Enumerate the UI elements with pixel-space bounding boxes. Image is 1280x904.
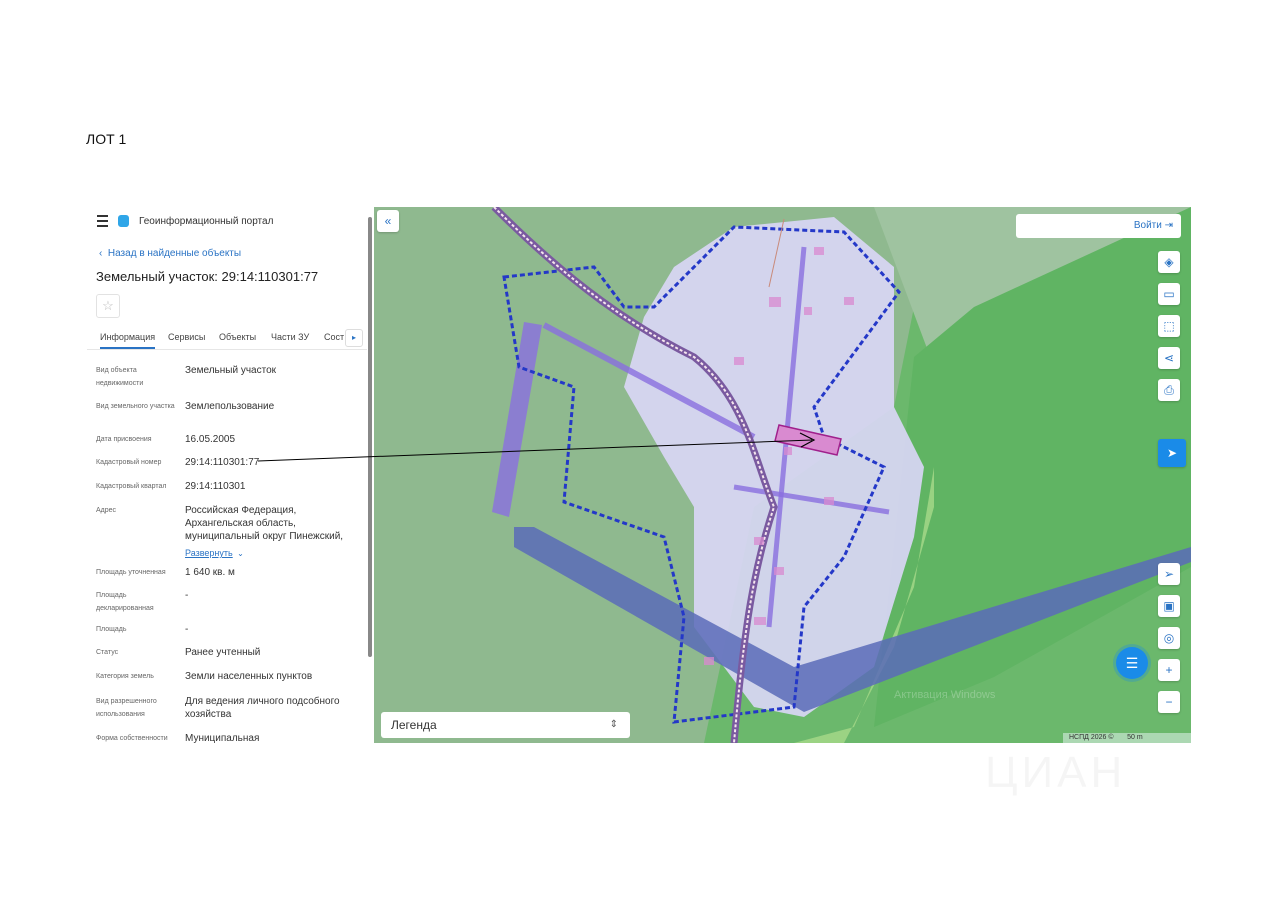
panel-header: Геоинформационный портал <box>97 215 273 227</box>
field-row: Категория земель Земли населенных пунктов <box>96 670 356 683</box>
field-label: Площадь декларированная <box>96 592 154 612</box>
login-button[interactable]: Войти ⇥ <box>1016 214 1181 238</box>
legend-label: Легенда <box>391 718 437 732</box>
field-value: Муниципальная <box>185 733 260 743</box>
tabs-next-icon[interactable]: ▸ <box>345 329 363 347</box>
field-value: Земельный участок <box>185 365 277 376</box>
tabs: Информация Сервисы Объекты Части ЗУ Сост… <box>87 329 367 350</box>
panel-scrollbar[interactable] <box>368 217 372 657</box>
ruler-icon[interactable]: ▭ <box>1158 283 1180 305</box>
tab-parts[interactable]: Части ЗУ <box>271 332 309 342</box>
chat-icon[interactable]: ☰ <box>1116 647 1148 679</box>
field-label: Адрес <box>96 507 117 514</box>
field-label: Площадь уточненная <box>96 569 166 576</box>
field-value: Для ведения личного подсобного хозяйства <box>185 696 340 720</box>
object-title: Земельный участок: 29:14:110301:77 <box>96 269 319 284</box>
field-value: 29:14:110301:77 <box>185 457 260 468</box>
attribution: НСПД 2026 © <box>1069 734 1114 741</box>
field-row: Форма собственности Муниципальная <box>96 732 356 743</box>
field-row: Кадастровый номер 29:14:110301:77 <box>96 456 356 469</box>
tab-objects[interactable]: Объекты <box>219 332 256 342</box>
legend-select[interactable]: Легенда ⇕ <box>381 712 630 738</box>
field-value: Земли населенных пунктов <box>185 671 313 682</box>
field-label: Форма собственности <box>96 735 168 742</box>
field-label: Вид земельного участка <box>96 403 175 410</box>
field-row: Вид разрешенного использования Для ведени… <box>96 695 356 721</box>
field-label: Площадь <box>96 626 127 633</box>
collapse-panel-icon[interactable]: « <box>377 210 399 232</box>
field-value: - <box>185 590 189 601</box>
menu-icon[interactable] <box>97 215 108 227</box>
field-value: Ранее учтенный <box>185 647 261 658</box>
lot-label: ЛОТ 1 <box>86 131 127 147</box>
zoom-out-button[interactable]: − <box>1158 691 1180 713</box>
field-label: Дата присвоения <box>96 436 152 443</box>
geolocate-icon[interactable]: ➢ <box>1158 563 1180 585</box>
portal-logo-icon <box>118 215 129 227</box>
minimap-icon[interactable]: ▣ <box>1158 595 1180 617</box>
field-row: Вид объекта недвижимости Земельный участо… <box>96 364 356 390</box>
scale-bar: НСПД 2026 © 50 m <box>1063 733 1191 743</box>
field-row: Дата присвоения 16.05.2005 <box>96 433 356 446</box>
field-label: Кадастровый номер <box>96 459 162 466</box>
back-link[interactable]: ‹ Назад в найденные объекты <box>99 248 241 259</box>
favorite-star-icon[interactable]: ☆ <box>96 294 120 318</box>
field-row: Адрес Российская Федерация, Архангельская… <box>96 504 356 561</box>
field-label: Статус <box>96 649 119 656</box>
windows-activation-watermark: Активация Windows <box>894 689 996 701</box>
map-canvas <box>374 207 1191 743</box>
field-row: Площадь уточненная 1 640 кв. м <box>96 566 356 579</box>
layers-icon[interactable]: ◈ <box>1158 251 1180 273</box>
field-value: Российская Федерация, Архангельская обла… <box>185 505 344 542</box>
tab-services[interactable]: Сервисы <box>168 332 205 342</box>
scale-label: 50 m <box>1127 734 1143 741</box>
field-value: Землепользование <box>185 401 275 412</box>
print-icon[interactable]: ⎙ <box>1158 379 1180 401</box>
field-row: Площадь - <box>96 623 356 636</box>
info-panel: Геоинформационный портал ‹ Назад в найде… <box>87 207 375 743</box>
chevron-updown-icon: ⇕ <box>609 719 618 730</box>
field-row: Вид земельного участка Землепользование <box>96 400 356 413</box>
field-value: 16.05.2005 <box>185 434 236 445</box>
back-link-label: Назад в найденные объекты <box>107 248 242 259</box>
field-row: Кадастровый квартал 29:14:110301 <box>96 480 356 493</box>
tab-info[interactable]: Информация <box>100 332 156 349</box>
field-label: Вид разрешенного использования <box>96 698 157 718</box>
field-label: Вид объекта недвижимости <box>96 367 144 387</box>
field-value: - <box>185 624 189 635</box>
cian-watermark-logo: ЦИАН <box>985 748 1126 798</box>
field-value: 29:14:110301 <box>185 481 246 492</box>
tab-composition[interactable]: Состав <box>324 332 344 342</box>
app-title: Геоинформационный портал <box>139 215 274 227</box>
field-value: 1 640 кв. м <box>185 567 235 578</box>
chevron-down-icon: ⌄ <box>237 549 244 558</box>
share-icon[interactable]: ⋖ <box>1158 347 1180 369</box>
field-label: Кадастровый квартал <box>96 483 167 490</box>
field-row: Площадь декларированная - <box>96 589 356 615</box>
expand-link[interactable]: Развернуть <box>185 548 233 558</box>
select-area-icon[interactable]: ⬚ <box>1158 315 1180 337</box>
field-label: Категория земель <box>96 673 154 680</box>
nspd-widget-icon[interactable]: ➤ <box>1158 439 1186 467</box>
login-label: Войти <box>1133 220 1162 231</box>
zoom-in-button[interactable]: + <box>1158 659 1180 681</box>
location-pin-icon[interactable]: ◎ <box>1158 627 1180 649</box>
map[interactable]: « Войти ⇥ ◈ ▭ ⬚ ⋖ ⎙ ➤ ➢ ▣ ◎ + − ☰ Актива… <box>374 207 1191 743</box>
field-row: Статус Ранее учтенный <box>96 646 356 659</box>
